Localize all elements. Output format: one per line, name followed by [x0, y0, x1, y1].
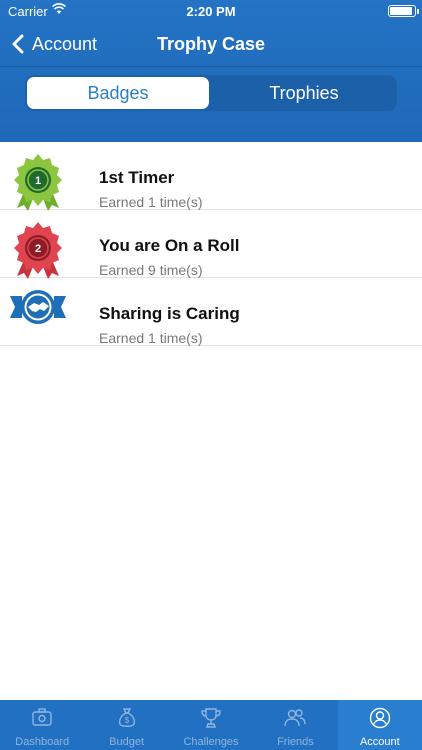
segment-badges[interactable]: Badges [27, 77, 209, 109]
tab-dashboard[interactable]: Dashboard [0, 700, 84, 750]
list-item[interactable]: 1 1st Timer Earned 1 time(s) [0, 142, 422, 211]
tab-account[interactable]: Account [337, 700, 422, 750]
badge-title: Sharing is Caring [99, 304, 240, 323]
tab-label: Friends [277, 736, 314, 748]
page-title: Trophy Case [156, 34, 266, 54]
list-item[interactable]: Sharing is Caring Earned 1 time(s) [0, 278, 422, 346]
badge-title: 1st Timer [99, 168, 175, 187]
clock: 2:20 PM [186, 4, 236, 19]
tab-bar: Dashboard $ Budget Challenges Friends Ac… [0, 700, 422, 750]
tab-friends[interactable]: Friends [253, 700, 337, 750]
segment-trophies[interactable]: Trophies [213, 77, 395, 109]
account-icon [369, 707, 391, 729]
tab-label: Challenges [183, 736, 239, 748]
tab-label: Budget [109, 736, 145, 748]
tab-budget[interactable]: $ Budget [84, 700, 168, 750]
badge-earned-count: Earned 9 time(s) [99, 262, 203, 278]
green-ribbon-badge-icon: 1 [14, 154, 62, 211]
badge-title: You are On a Roll [99, 236, 240, 255]
handshake-badge-icon [10, 290, 66, 324]
header-area: Carrier 2:20 PM Account Trophy Case Badg… [0, 0, 422, 142]
money-bag-icon: $ [118, 708, 135, 727]
tab-label: Dashboard [15, 736, 70, 748]
segmented-control: Badges Trophies [25, 75, 397, 111]
nav-divider [0, 66, 422, 67]
friends-icon [284, 709, 307, 727]
dashboard-icon [32, 708, 52, 726]
badge-number: 2 [35, 243, 41, 255]
battery-icon [388, 5, 419, 17]
badge-earned-count: Earned 1 time(s) [99, 330, 203, 346]
badge-earned-count: Earned 1 time(s) [99, 194, 203, 210]
status-bar: Carrier 2:20 PM [0, 0, 422, 22]
badge-number: 1 [35, 175, 41, 187]
red-ribbon-badge-icon: 2 [14, 222, 62, 279]
badge-list: 1 1st Timer Earned 1 time(s) 2 You are O… [0, 142, 422, 346]
navigation-bar: Account Trophy Case [0, 22, 422, 66]
tab-label: Account [359, 736, 400, 748]
tab-challenges[interactable]: Challenges [169, 700, 253, 750]
trophy-icon [201, 708, 221, 728]
list-item[interactable]: 2 You are On a Roll Earned 9 time(s) [0, 210, 422, 279]
svg-text:$: $ [124, 716, 129, 725]
